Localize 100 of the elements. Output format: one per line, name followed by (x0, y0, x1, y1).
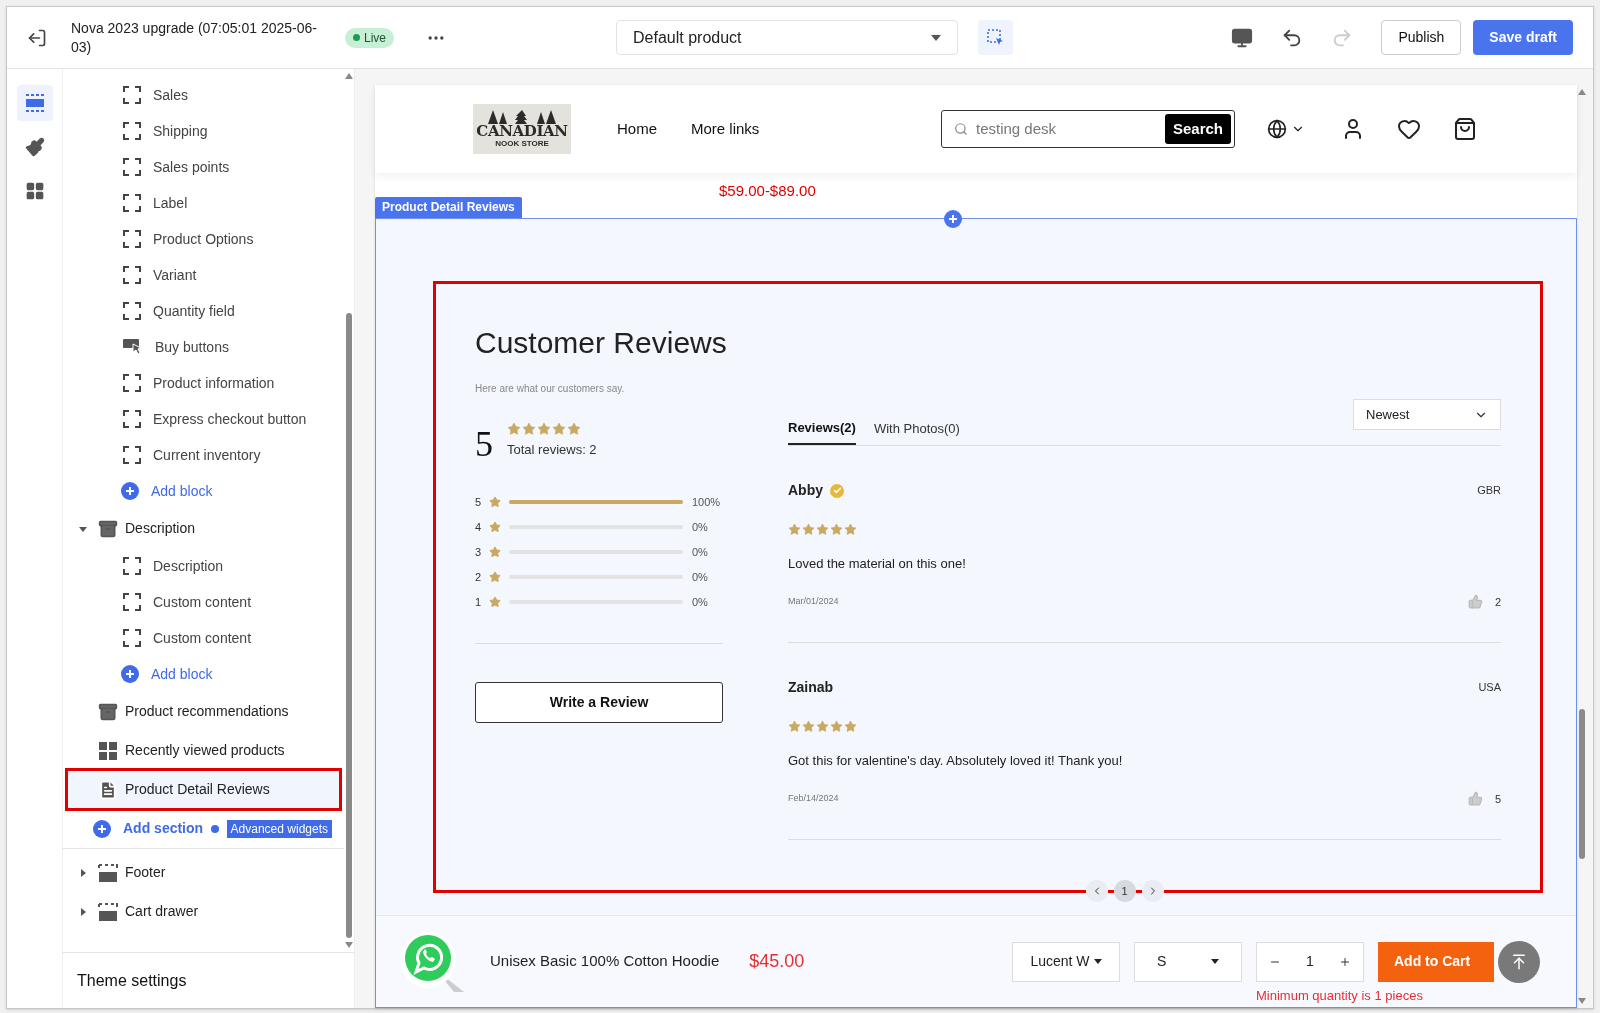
wishlist-icon[interactable] (1397, 117, 1421, 141)
write-review-button[interactable]: Write a Review (475, 681, 723, 723)
caret-down-icon[interactable] (79, 524, 87, 533)
back-to-top-button[interactable] (1498, 940, 1540, 983)
theme-settings-link[interactable]: Theme settings (77, 968, 187, 993)
price-range: $59.00-$89.00 (719, 182, 816, 199)
rating-level: 4 (475, 519, 483, 535)
scroll-down-icon[interactable] (1578, 998, 1586, 1004)
section-label: Cart drawer (125, 902, 199, 921)
section-label: Description (125, 519, 196, 538)
reviews-title: Customer Reviews (475, 325, 728, 361)
star-icon (489, 571, 501, 583)
block-item[interactable]: Product Options (63, 221, 344, 257)
scroll-down-icon[interactable] (345, 942, 353, 948)
block-item[interactable]: Shipping (63, 113, 344, 149)
exit-icon[interactable] (27, 27, 47, 48)
rating-percent: 0% (692, 544, 708, 560)
section-tag: Product Detail Reviews (375, 197, 522, 218)
star-icon (567, 422, 581, 436)
block-item[interactable]: Buy buttons (63, 329, 344, 365)
desktop-icon[interactable] (1231, 26, 1254, 49)
section-item[interactable]: Description (67, 509, 340, 548)
star-icon (802, 720, 815, 733)
block-label: Product Options (153, 229, 254, 249)
logo-tagline: NOOK STORE (495, 138, 549, 149)
scrollbar-thumb[interactable] (346, 313, 352, 938)
next-page-button[interactable] (1141, 880, 1164, 902)
review-tab[interactable]: With Photos(0) (873, 413, 960, 445)
page-number[interactable]: 1 (1113, 880, 1136, 902)
search-button[interactable]: Search (1164, 114, 1231, 144)
block-item[interactable]: Sales points (63, 149, 344, 185)
advanced-widgets-badge[interactable]: Advanced widgets (226, 819, 332, 838)
thumbs-up-icon[interactable] (1467, 791, 1483, 807)
section-label: Product Detail Reviews (125, 780, 270, 799)
block-item[interactable]: Current inventory (63, 437, 344, 473)
add-section-icon[interactable] (944, 210, 962, 228)
save-draft-button[interactable]: Save draft (1473, 20, 1573, 55)
average-rating: 5 (475, 425, 493, 462)
star-icon (788, 720, 801, 733)
scroll-up-icon[interactable] (345, 73, 353, 79)
widgets-icon (24, 181, 45, 201)
page-select[interactable]: Default product (616, 20, 958, 55)
color-select[interactable]: Lucent W (1012, 941, 1120, 982)
arrow-up-icon (1510, 952, 1528, 971)
star-icon (552, 422, 566, 436)
block-item[interactable]: Product information (63, 365, 344, 401)
nav-link[interactable]: Home (617, 117, 657, 141)
select-tool[interactable] (978, 20, 1013, 55)
section-item[interactable]: Footer (67, 853, 340, 892)
block-item[interactable]: Custom content (63, 620, 344, 656)
quantity-field[interactable]: 1 (1256, 941, 1364, 982)
add-block-link[interactable]: Add block (151, 480, 213, 502)
block-item[interactable]: Sales (63, 77, 344, 113)
caret-down-icon (931, 34, 941, 41)
caret-right-icon[interactable] (79, 907, 87, 916)
block-label: Product information (153, 373, 275, 393)
scrollbar-thumb[interactable] (1579, 709, 1585, 859)
grid-icon (99, 741, 117, 760)
section-item[interactable]: Cart drawer (67, 892, 340, 931)
star-icon (788, 523, 801, 536)
publish-button[interactable]: Publish (1381, 20, 1462, 55)
section-item[interactable]: Product recommendations (67, 692, 340, 731)
block-label: Custom content (153, 628, 252, 648)
cursor-card-icon (123, 338, 143, 356)
reviews-subtitle: Here are what our customers say. (475, 382, 626, 396)
selection-cursor-icon (986, 28, 1005, 47)
product-price: $45.00 (749, 950, 805, 973)
review-tab[interactable]: Reviews(2) (788, 413, 856, 445)
plus-icon[interactable] (1339, 955, 1351, 968)
block-item[interactable]: Variant (63, 257, 344, 293)
block-item[interactable]: Express checkout button (63, 401, 344, 437)
size-select[interactable]: S (1134, 941, 1242, 982)
quantity-value: 1 (1306, 952, 1314, 971)
block-item[interactable]: Quantity field (63, 293, 344, 329)
nav-link[interactable]: More links (691, 117, 760, 141)
add-section-link[interactable]: Add section (123, 818, 204, 839)
add-block-link[interactable]: Add block (151, 663, 213, 685)
rating-percent: 0% (692, 519, 708, 535)
caret-down-icon (1211, 959, 1219, 964)
sort-select[interactable]: Newest (1353, 399, 1501, 430)
previous-page-button[interactable] (1085, 880, 1108, 902)
total-reviews: Total reviews: 2 (507, 441, 597, 459)
section-label: Product recommendations (125, 702, 289, 721)
block-item[interactable]: Description (63, 548, 344, 584)
search-field[interactable]: testing desk Search (941, 110, 1235, 148)
block-item[interactable]: Label (63, 185, 344, 221)
reviewer-country: USA (1478, 680, 1501, 696)
cart-icon[interactable] (1453, 117, 1477, 141)
store-logo[interactable]: CANADIAN NOOK STORE (473, 104, 571, 154)
block-item[interactable]: Custom content (63, 584, 344, 620)
section-item[interactable]: Recently viewed products (67, 731, 340, 770)
sections-tab[interactable] (16, 85, 53, 121)
pine-trees-icon (487, 109, 557, 124)
scroll-up-icon[interactable] (1578, 89, 1586, 95)
globe-icon[interactable] (1267, 119, 1287, 139)
archive-icon (98, 701, 118, 722)
section-item[interactable]: Product Detail Reviews (67, 770, 340, 809)
thumbs-up-icon[interactable] (1467, 594, 1483, 610)
footer-frame-icon (98, 863, 118, 882)
caret-right-icon[interactable] (79, 868, 87, 877)
